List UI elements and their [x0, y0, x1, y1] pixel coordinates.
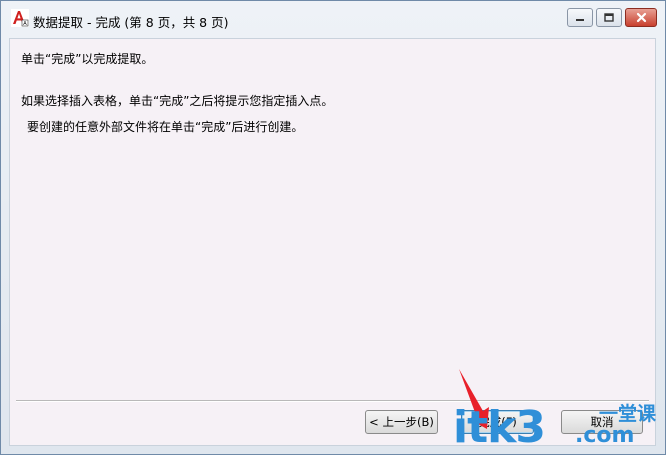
title-bar[interactable]: A 数据提取 - 完成 (第 8 页，共 8 页) [1, 1, 665, 37]
svg-text:A: A [23, 21, 27, 27]
instruction-finish: 单击“完成”以完成提取。 [21, 52, 154, 66]
instruction-insert-table: 如果选择插入表格，单击“完成”之后将提示您指定插入点。 [21, 94, 334, 108]
close-icon [636, 12, 646, 23]
back-button[interactable]: < 上一步(B) [365, 410, 438, 434]
autocad-app-icon: A [11, 9, 29, 27]
maximize-icon [604, 12, 614, 22]
minimize-icon [576, 18, 584, 21]
minimize-button[interactable] [567, 8, 593, 27]
data-extraction-dialog: A 数据提取 - 完成 (第 8 页，共 8 页) 单击“完成”以完成提取。 如… [0, 0, 666, 455]
window-controls [567, 8, 657, 27]
instruction-external-file: 要创建的任意外部文件将在单击“完成”后进行创建。 [27, 120, 304, 134]
cancel-button[interactable]: 取消 [561, 410, 643, 434]
button-separator [16, 400, 649, 402]
dialog-content: 单击“完成”以完成提取。 如果选择插入表格，单击“完成”之后将提示您指定插入点。… [9, 38, 656, 446]
finish-button[interactable]: 完成(F) [461, 410, 534, 434]
window-title: 数据提取 - 完成 (第 8 页，共 8 页) [33, 15, 229, 30]
maximize-button[interactable] [596, 8, 622, 27]
close-button[interactable] [625, 8, 657, 27]
